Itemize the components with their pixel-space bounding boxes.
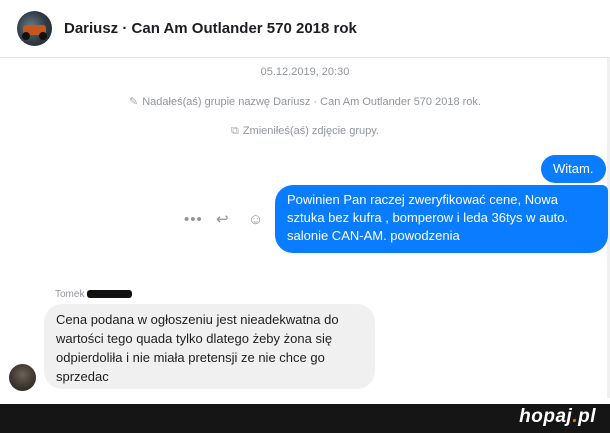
sender-avatar[interactable] bbox=[9, 364, 36, 391]
message-timestamp: 05.12.2019, 20:30 bbox=[260, 66, 350, 78]
atv-image-wheel bbox=[22, 32, 30, 40]
chat-header: Dariusz · Can Am Outlander 570 2018 rok bbox=[0, 0, 610, 58]
outgoing-message[interactable]: Powinien Pan raczej zweryfikować cene, N… bbox=[275, 185, 608, 253]
pencil-icon: ✎ bbox=[129, 96, 139, 108]
emoji-icon[interactable]: ☺ bbox=[248, 210, 263, 230]
message-line: Cena podana w ogłoszeniu jest nieadekwat… bbox=[56, 312, 339, 327]
message-line: Powinien Pan raczej zweryfikować cene, N… bbox=[287, 192, 558, 207]
more-icon[interactable]: ••• bbox=[184, 210, 203, 230]
message-line: sprzedac bbox=[56, 369, 109, 384]
watermark-brand: hopaj bbox=[519, 406, 573, 427]
incoming-message[interactable]: Cena podana w ogłoszeniu jest nieadekwat… bbox=[44, 304, 375, 389]
watermark-logo: hopaj.pl bbox=[519, 406, 596, 428]
system-message-photo: ⧉ Zmieniłeś(aś) zdjęcie grupy. bbox=[0, 125, 610, 138]
sender-name: Tomek bbox=[55, 289, 85, 300]
atv-image-wheel bbox=[39, 32, 47, 40]
system-message-text: Zmieniłeś(aś) zdjęcie grupy. bbox=[242, 125, 379, 137]
message-line: sztuka bez kufra , bomperow i ledа 36tys… bbox=[287, 210, 569, 225]
reply-icon[interactable]: ↩ bbox=[216, 210, 229, 230]
image-icon: ⧉ bbox=[231, 125, 239, 137]
system-message-rename: ✎ Nadałeś(aś) grupie nazwę Dariusz · Can … bbox=[0, 95, 610, 108]
group-avatar[interactable] bbox=[17, 11, 52, 46]
system-message-text: Nadałeś(aś) grupie nazwę Dariusz · Can A… bbox=[142, 96, 481, 108]
outgoing-message[interactable]: Witam. bbox=[541, 155, 606, 183]
message-line: odpierdoliła i nie miała pretensji ze ni… bbox=[56, 350, 325, 365]
conversation-title[interactable]: Dariusz · Can Am Outlander 570 2018 rok bbox=[64, 20, 357, 37]
watermark-bar: hopaj.pl bbox=[0, 404, 610, 433]
redaction-scribble bbox=[87, 290, 132, 298]
message-line: salonie CAN-AM. powodzenia bbox=[287, 228, 460, 243]
watermark-tld: pl bbox=[578, 406, 596, 427]
message-line: wartości tego quada tylko dlatego żeby ż… bbox=[56, 331, 333, 346]
